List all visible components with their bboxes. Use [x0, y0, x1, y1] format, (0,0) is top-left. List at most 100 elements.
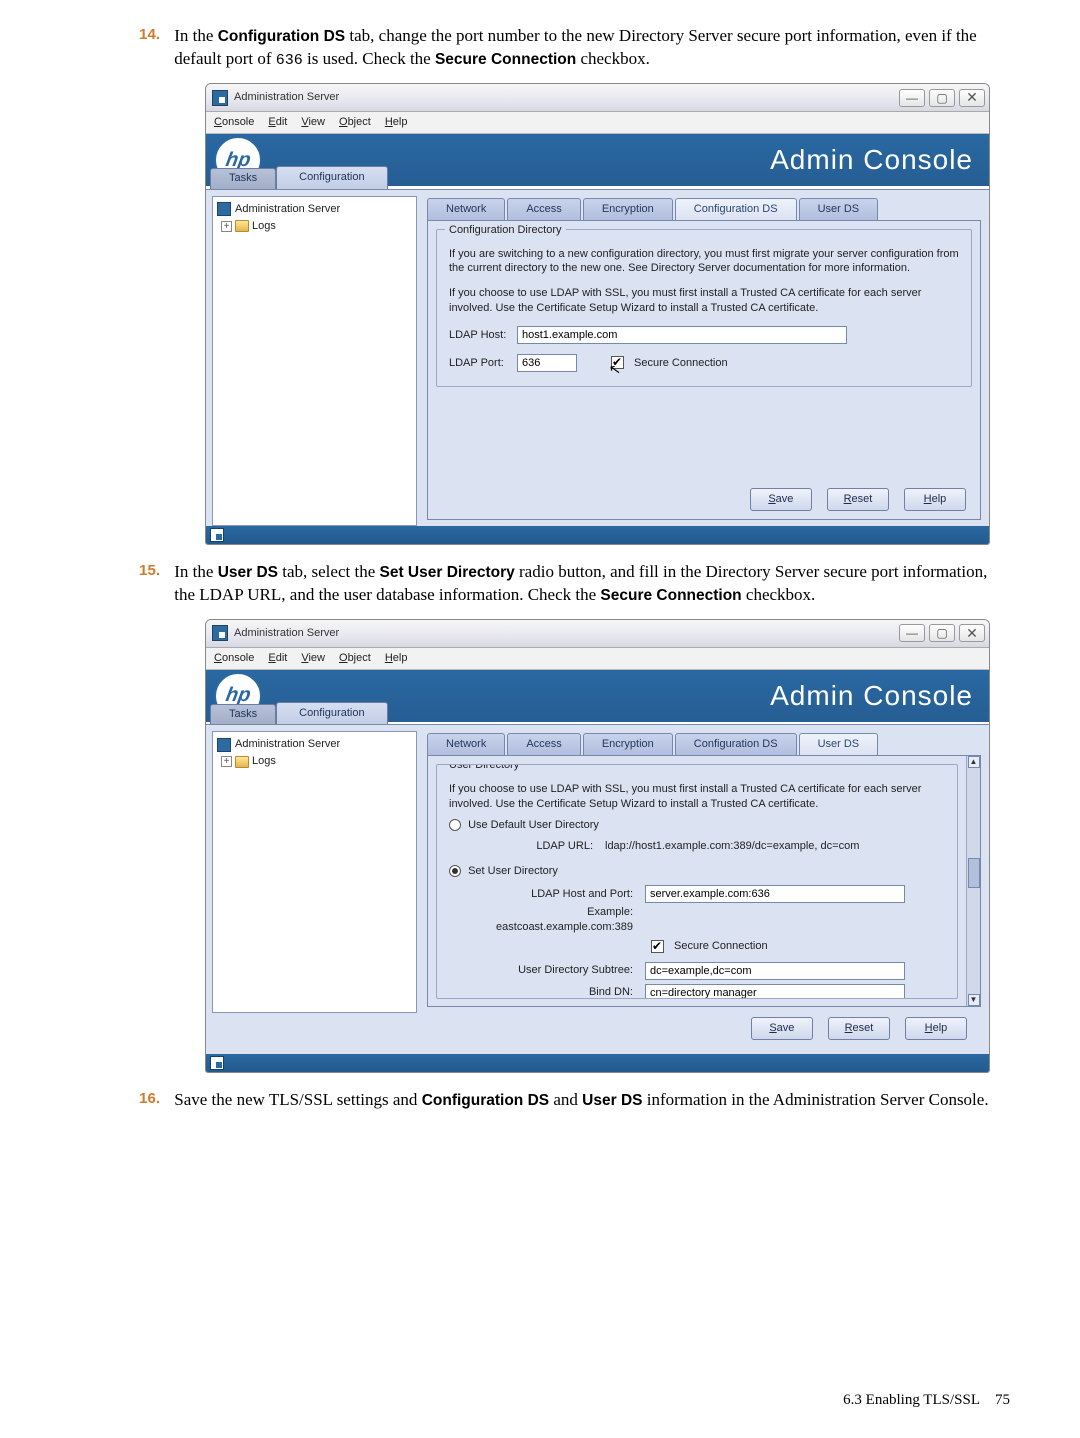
use-default-label: Use Default User Directory	[468, 819, 599, 831]
scroll-up-icon[interactable]: ▲	[968, 756, 980, 768]
save-button[interactable]: Save	[750, 488, 812, 511]
status-bar	[206, 1054, 989, 1072]
menu-console[interactable]: Console	[214, 651, 254, 666]
subtab-network[interactable]: Network	[427, 198, 505, 220]
secure-connection-label: Secure Connection	[674, 939, 768, 954]
set-user-radio[interactable]	[449, 865, 461, 877]
titlebar[interactable]: Administration Server — ▢ ✕	[206, 620, 989, 648]
subtab-network[interactable]: Network	[427, 733, 505, 755]
help-text-1: If you are switching to a new configurat…	[449, 247, 959, 277]
close-button[interactable]: ✕	[959, 89, 985, 107]
page-footer: 6.3 Enabling TLS/SSL 75	[843, 1390, 1010, 1410]
tab-configuration[interactable]: Configuration	[276, 702, 387, 725]
minimize-button[interactable]: —	[899, 89, 925, 107]
help-button[interactable]: Help	[904, 488, 966, 511]
menu-object[interactable]: Object	[339, 651, 371, 666]
menu-help[interactable]: Help	[385, 651, 408, 666]
window-title: Administration Server	[234, 626, 339, 641]
server-icon	[217, 738, 231, 752]
subtree-input[interactable]	[645, 962, 905, 980]
subtab-access[interactable]: Access	[507, 198, 580, 220]
expand-icon[interactable]: +	[221, 756, 232, 767]
ldap-port-label: LDAP Port:	[449, 356, 511, 371]
scroll-down-icon[interactable]: ▼	[968, 994, 980, 1006]
tree-panel: Administration Server + Logs	[212, 196, 417, 526]
help-text-2: If you choose to use LDAP with SSL, you …	[449, 286, 959, 316]
reset-button[interactable]: Reset	[828, 1017, 890, 1040]
tree-logs[interactable]: + Logs	[215, 218, 414, 235]
menu-edit[interactable]: Edit	[268, 115, 287, 130]
scrollbar[interactable]: ▲ ▼	[966, 756, 980, 1006]
subtree-label: User Directory Subtree:	[449, 963, 639, 978]
fieldset-legend: User Directory	[445, 764, 523, 773]
subtab-userds[interactable]: User DS	[799, 733, 879, 755]
app-icon	[212, 90, 228, 106]
subtab-userds[interactable]: User DS	[799, 198, 879, 220]
tab-configuration[interactable]: Configuration	[276, 166, 387, 189]
hostport-input[interactable]	[645, 885, 905, 903]
close-button[interactable]: ✕	[959, 624, 985, 642]
step-16: 16. Save the new TLS/SSL settings and Co…	[170, 1089, 1010, 1112]
binddn-input[interactable]	[645, 984, 905, 1000]
admin-server-window-configds: Administration Server — ▢ ✕ Console Edit…	[205, 83, 990, 545]
ldap-host-input[interactable]	[517, 326, 847, 344]
secure-connection-checkbox[interactable]	[651, 940, 664, 953]
expand-icon[interactable]: +	[221, 221, 232, 232]
titlebar[interactable]: Administration Server — ▢ ✕	[206, 84, 989, 112]
step-14: 14. In the Configuration DS tab, change …	[170, 25, 1010, 71]
hostport-label: LDAP Host and Port:	[449, 887, 639, 902]
menubar: Console Edit View Object Help	[206, 112, 989, 134]
tree-logs[interactable]: + Logs	[215, 753, 414, 770]
folder-icon	[235, 756, 249, 768]
window-title: Administration Server	[234, 90, 339, 105]
tree-root[interactable]: Administration Server	[215, 736, 414, 753]
menu-view[interactable]: View	[301, 115, 325, 130]
tab-tasks[interactable]: Tasks	[210, 704, 276, 725]
help-text: If you choose to use LDAP with SSL, you …	[449, 782, 945, 812]
subtab-encryption[interactable]: Encryption	[583, 198, 673, 220]
menu-object[interactable]: Object	[339, 115, 371, 130]
tree-panel: Administration Server + Logs	[212, 731, 417, 1013]
help-button[interactable]: Help	[905, 1017, 967, 1040]
admin-server-window-userds: Administration Server — ▢ ✕ Console Edit…	[205, 619, 990, 1073]
ldap-port-input[interactable]	[517, 354, 577, 372]
config-directory-fieldset: Configuration Directory If you are switc…	[436, 229, 972, 387]
save-button[interactable]: Save	[751, 1017, 813, 1040]
use-default-radio[interactable]	[449, 819, 461, 831]
maximize-button[interactable]: ▢	[929, 89, 955, 107]
tree-root[interactable]: Administration Server	[215, 201, 414, 218]
app-icon	[212, 625, 228, 641]
fieldset-legend: Configuration Directory	[445, 223, 566, 238]
step-15: 15. In the User DS tab, select the Set U…	[170, 561, 1010, 607]
menu-help[interactable]: Help	[385, 115, 408, 130]
subtab-access[interactable]: Access	[507, 733, 580, 755]
ldap-url-value: ldap://host1.example.com:389/dc=example,…	[605, 839, 859, 854]
subtab-configds[interactable]: Configuration DS	[675, 733, 797, 755]
ldap-url-label: LDAP URL:	[449, 839, 599, 854]
reset-button[interactable]: Reset	[827, 488, 889, 511]
step-number: 16.	[130, 1089, 160, 1109]
scroll-thumb[interactable]	[968, 858, 980, 888]
user-directory-fieldset: User Directory If you choose to use LDAP…	[436, 764, 958, 999]
status-icon	[210, 1056, 224, 1070]
menu-edit[interactable]: Edit	[268, 651, 287, 666]
secure-connection-label: Secure Connection	[634, 356, 728, 371]
binddn-label: Bind DN:	[449, 985, 639, 999]
subtab-configds[interactable]: Configuration DS	[675, 198, 797, 220]
set-user-label: Set User Directory	[468, 865, 558, 877]
menu-view[interactable]: View	[301, 651, 325, 666]
menubar: Console Edit View Object Help	[206, 648, 989, 670]
tab-tasks[interactable]: Tasks	[210, 168, 276, 189]
ldap-host-label: LDAP Host:	[449, 328, 511, 343]
status-icon	[210, 528, 224, 542]
maximize-button[interactable]: ▢	[929, 624, 955, 642]
minimize-button[interactable]: —	[899, 624, 925, 642]
server-icon	[217, 202, 231, 216]
example-label: Example: eastcoast.example.com:389	[449, 905, 639, 935]
status-bar	[206, 526, 989, 544]
folder-icon	[235, 220, 249, 232]
step-number: 15.	[130, 561, 160, 581]
menu-console[interactable]: Console	[214, 115, 254, 130]
step-number: 14.	[130, 25, 160, 45]
subtab-encryption[interactable]: Encryption	[583, 733, 673, 755]
